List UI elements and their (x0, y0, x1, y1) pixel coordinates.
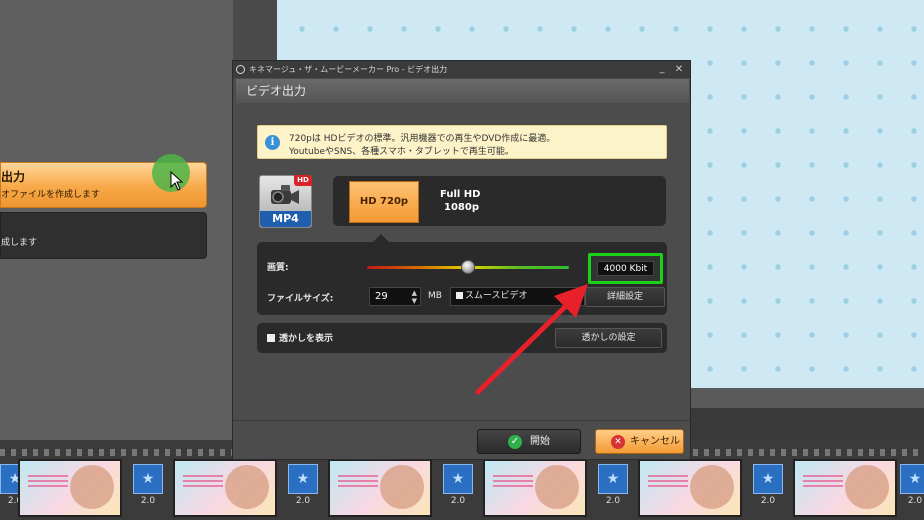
timeline-clip[interactable] (483, 459, 587, 517)
info-icon: i (265, 135, 280, 150)
clip-thumbnail-text (493, 475, 533, 489)
transition-duration: 2.0 (760, 496, 776, 506)
footer-divider (233, 420, 690, 421)
format-mp4-button[interactable]: HD MP4 (259, 175, 312, 228)
transition-duration: 2.0 (295, 496, 311, 506)
transition-duration: 2.0 (450, 496, 466, 506)
transition-duration: 2.0 (140, 496, 156, 506)
transition-item[interactable]: ★ 2.0 (753, 464, 783, 510)
cancel-button[interactable]: ✕ キャンセル (595, 429, 684, 454)
clip-thumbnail-text (648, 475, 688, 489)
transition-item[interactable]: ★ 2.0 (443, 464, 473, 510)
quality-label: 画質: (267, 263, 289, 273)
dialog-titlebar[interactable]: キネマージュ・ザ・ムービーメーカー Pro - ビデオ出力 _ ✕ (233, 61, 690, 78)
timeline-clip[interactable] (638, 459, 742, 517)
checkmark-icon: ✓ (508, 435, 522, 449)
timeline-clip[interactable] (328, 459, 432, 517)
hd-badge: HD (294, 175, 312, 186)
preview-controls-bar (690, 408, 924, 440)
start-label: 開始 (530, 436, 550, 447)
clip-thumbnail-photo (70, 465, 114, 509)
clip-thumbnail-photo (845, 465, 889, 509)
annotation-arrow-icon (475, 284, 588, 395)
dialog-header: ビデオ出力 (236, 79, 689, 103)
start-button[interactable]: ✓ 開始 (477, 429, 581, 454)
preview-controls-bar (690, 388, 924, 408)
transition-duration: 2.0 (907, 496, 923, 506)
transition-item[interactable]: ★ 2.0 (133, 464, 163, 510)
spinner-arrows-icon[interactable]: ▲ ▼ (412, 289, 417, 305)
minimize-button[interactable]: _ (656, 61, 668, 78)
film-strip-edge (233, 0, 277, 60)
info-line-2: YoutubeやSNS、各種スマホ・タブレットで再生可能。 (289, 147, 514, 157)
clip-thumbnail-photo (225, 465, 269, 509)
clip-thumbnail-photo (380, 465, 424, 509)
cancel-icon: ✕ (611, 435, 625, 449)
file-size-unit: MB (428, 291, 442, 301)
file-size-stepper[interactable]: 29 ▲ ▼ (369, 287, 421, 306)
star-icon: ★ (133, 464, 163, 494)
resolution-1080p-line1: Full HD (440, 189, 481, 200)
timeline-clip[interactable] (18, 459, 122, 517)
transition-duration: 2.0 (605, 496, 621, 506)
mouse-cursor-icon (170, 171, 184, 191)
star-icon: ★ (443, 464, 473, 494)
video-output-dialog: キネマージュ・ザ・ムービーメーカー Pro - ビデオ出力 _ ✕ ビデオ出力 … (232, 60, 691, 460)
clip-thumbnail-photo (690, 465, 734, 509)
output-option-subtitle: 成します (1, 238, 38, 248)
timeline-clip[interactable] (173, 459, 277, 517)
transition-item[interactable]: ★ 2.0 (598, 464, 628, 510)
output-option-second[interactable]: 成します (0, 212, 207, 259)
output-option-title: 出力 (1, 170, 26, 184)
clip-thumbnail-text (183, 475, 223, 489)
clip-thumbnail-text (338, 475, 378, 489)
clip-thumbnail-text (803, 475, 843, 489)
watermark-checkbox[interactable] (267, 334, 275, 342)
close-button[interactable]: ✕ (673, 61, 685, 78)
resolution-720p-button[interactable]: HD 720p (349, 181, 419, 223)
resolution-1080p-line2: 1080p (444, 202, 479, 213)
transition-item[interactable]: ★ 2.0 (288, 464, 318, 510)
watermark-label: 透かしを表示 (279, 334, 334, 344)
file-size-value: 29 (375, 291, 388, 302)
format-label: MP4 (260, 211, 311, 227)
file-size-label: ファイルサイズ: (267, 294, 334, 304)
transition-item[interactable]: ★ 2.0 (900, 464, 924, 510)
checkbox-icon[interactable] (456, 292, 463, 299)
panel-pointer (373, 234, 389, 242)
star-icon: ★ (598, 464, 628, 494)
clip-thumbnail-photo (535, 465, 579, 509)
info-banner: i 720pは HDビデオの標準。汎用機器での再生やDVD作成に最適。 Yout… (257, 125, 667, 159)
star-icon: ★ (900, 464, 924, 494)
cancel-label: キャンセル (630, 436, 680, 447)
film-reel-icon (236, 65, 245, 74)
star-icon: ★ (753, 464, 783, 494)
clip-thumbnail-text (28, 475, 68, 489)
resolution-selector: HD 720p Full HD 1080p (333, 176, 666, 226)
output-option-subtitle: オファイルを作成します (1, 190, 101, 200)
timeline-clip[interactable] (793, 459, 897, 517)
info-line-1: 720pは HDビデオの標準。汎用機器での再生やDVD作成に最適。 (289, 134, 556, 144)
resolution-1080p-button[interactable]: Full HD 1080p (440, 188, 480, 214)
star-icon: ★ (288, 464, 318, 494)
dialog-title: キネマージュ・ザ・ムービーメーカー Pro - ビデオ出力 (249, 65, 448, 74)
